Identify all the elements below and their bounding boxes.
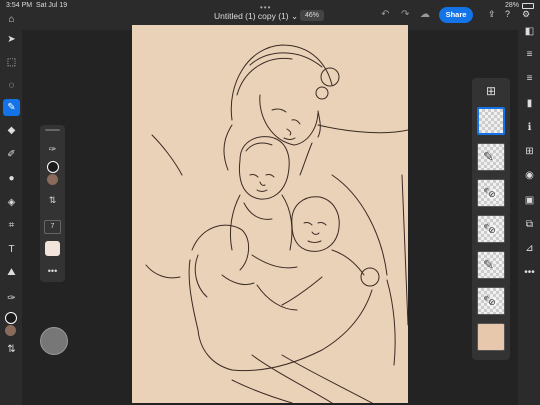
layer-thumbnail[interactable]: ✎ <box>477 251 505 279</box>
info-icon[interactable]: ℹ <box>521 119 538 136</box>
layer-thumbnail[interactable] <box>477 323 505 351</box>
sketch-icon: ✎ <box>483 149 494 164</box>
visibility-icon[interactable]: ◉ <box>521 167 538 184</box>
battery-icon <box>522 2 534 9</box>
settings-icon[interactable]: ⚙ <box>522 9 530 20</box>
document-title[interactable]: Untitled (1) copy (1) ⌄ <box>214 11 298 22</box>
clip-icon[interactable]: ⊿ <box>521 240 538 257</box>
lasso-icon[interactable]: ◌ <box>3 77 20 94</box>
layer-thumbnail[interactable]: ✎⊘ <box>477 179 505 207</box>
battery-text: 28% <box>504 2 519 9</box>
sketch-icon: ✎ <box>483 257 494 272</box>
swap-colors-icon[interactable]: ⇅ <box>43 191 62 210</box>
hidden-layer-icon[interactable]: ⊘ <box>487 189 497 199</box>
zoom-level[interactable]: 46% <box>300 10 324 21</box>
status-indicators: 28% <box>505 2 534 9</box>
redo-icon[interactable]: ↷ <box>401 9 409 20</box>
select-icon[interactable]: ➤ <box>3 31 20 48</box>
layer-thumbnail[interactable]: ✎ <box>477 143 505 171</box>
cloud-icon[interactable]: ☁ <box>420 9 430 20</box>
eraser-icon[interactable]: ◆ <box>3 122 20 139</box>
hidden-layer-icon[interactable]: ⊘ <box>487 297 497 307</box>
foreground-color-swatch[interactable] <box>47 161 59 173</box>
left-toolbar: ⌂ ➤ ⬚ ◌ ✎ ◆ ✐ ● ◈ ⌗ T ⛰ ✑ ⇅ <box>0 14 22 405</box>
shape-icon[interactable]: ● <box>3 170 20 187</box>
layer-thumbnail[interactable]: ✎⊘ <box>477 215 505 243</box>
help-icon[interactable]: ? <box>505 9 510 19</box>
background-color-swatch[interactable] <box>5 325 16 336</box>
panel-grip[interactable] <box>45 129 60 131</box>
touch-modifier-button[interactable] <box>40 327 68 355</box>
home-icon[interactable]: ⌂ <box>3 11 20 28</box>
foreground-color-swatch[interactable] <box>5 312 17 324</box>
tool-options-panel: ✑ ⇅ 7 ••• <box>40 125 65 282</box>
comment-icon[interactable]: ▮ <box>521 95 538 112</box>
mask-icon[interactable]: ▣ <box>521 192 538 209</box>
image-icon[interactable]: ⛰ <box>3 264 20 281</box>
status-time: 3:54 PM Sat Jul 19 <box>6 2 68 9</box>
transform-icon[interactable]: ⬚ <box>3 54 20 71</box>
chevron-down-icon: ⌄ <box>291 11 299 21</box>
layers-panel: ⊞ ✎ ✎⊘ ✎⊘ ✎ ✎⊘ <box>472 78 510 360</box>
brush-size-input[interactable]: 7 <box>44 220 61 234</box>
share-button[interactable]: Share <box>439 7 473 23</box>
hidden-layer-icon[interactable]: ⊘ <box>487 225 497 235</box>
add-layer-icon[interactable]: ⊞ <box>484 84 498 98</box>
more-icon[interactable]: ••• <box>43 261 62 280</box>
text-icon[interactable]: T <box>3 241 20 258</box>
merge-icon[interactable]: ⧉ <box>521 216 538 233</box>
layers-icon[interactable]: ◧ <box>521 23 538 40</box>
fill-icon[interactable]: ◈ <box>3 194 20 211</box>
export-icon[interactable]: ⇪ <box>488 9 496 20</box>
background-color-swatch[interactable] <box>47 174 58 185</box>
smudge-icon[interactable]: ✐ <box>3 146 20 163</box>
eyedropper-icon[interactable]: ✑ <box>43 140 62 159</box>
more-icon[interactable]: ••• <box>521 264 538 281</box>
crop-icon[interactable]: ⌗ <box>3 217 20 234</box>
layer-thumbnail[interactable]: ✎⊘ <box>477 287 505 315</box>
adjust-icon[interactable]: ≡ <box>521 70 538 87</box>
eyedropper-icon[interactable]: ✑ <box>3 290 20 307</box>
sketch-illustration <box>145 44 408 403</box>
brush-preview[interactable] <box>45 241 60 256</box>
artboard[interactable] <box>132 25 408 403</box>
add-layer-icon[interactable]: ⊞ <box>521 143 538 160</box>
swap-colors-icon[interactable]: ⇅ <box>3 341 20 358</box>
undo-icon[interactable]: ↶ <box>381 9 389 20</box>
layer-thumbnail[interactable] <box>477 107 505 135</box>
layer-properties-icon[interactable]: ≡ <box>521 46 538 63</box>
right-toolbar: ◧ ≡ ≡ ▮ ℹ ⊞ ◉ ▣ ⧉ ⊿ ••• <box>518 20 540 405</box>
brush-icon[interactable]: ✎ <box>3 99 20 116</box>
